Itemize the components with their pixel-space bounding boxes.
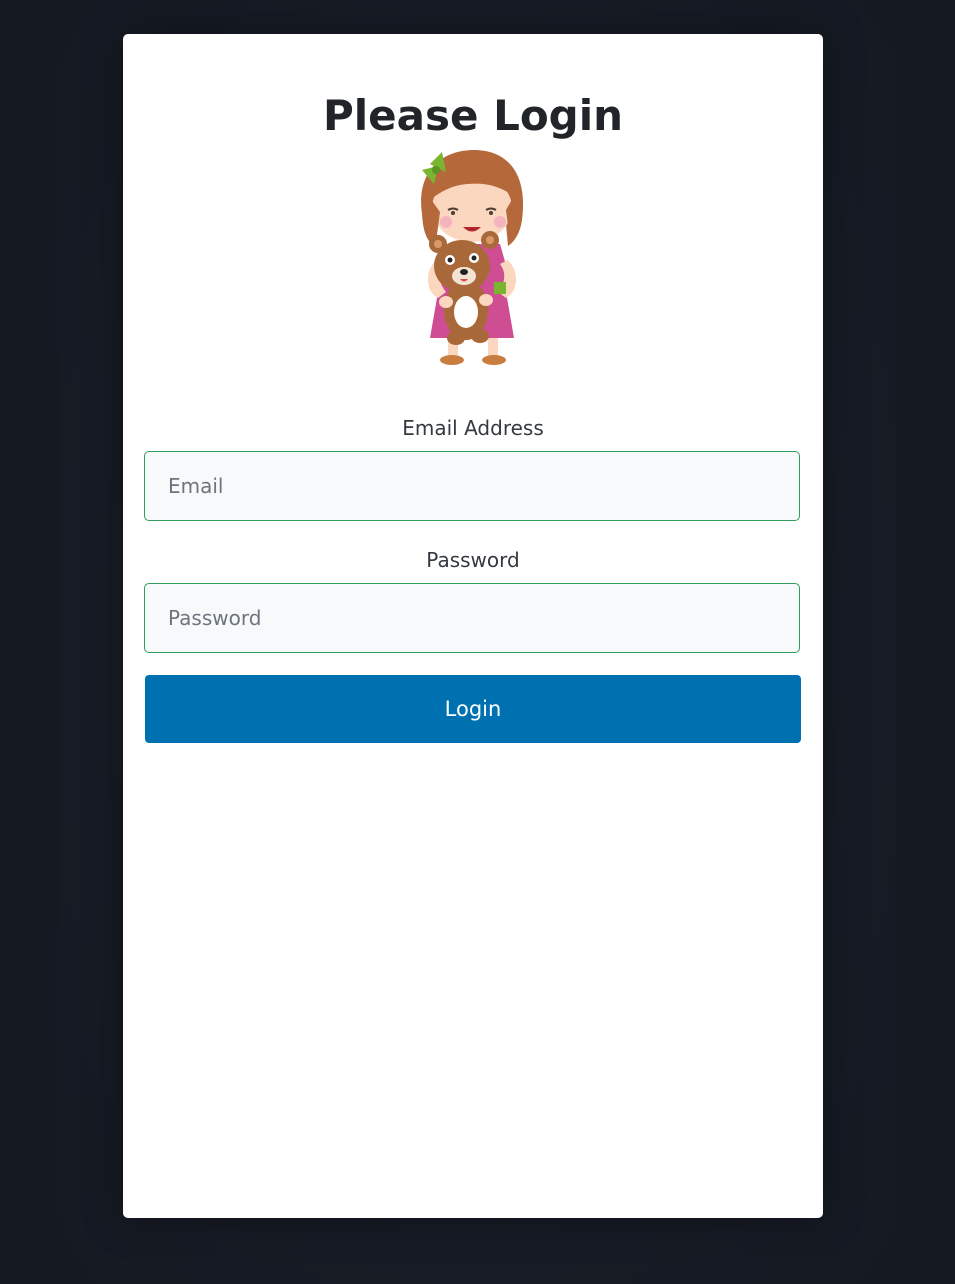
girl-with-teddy-bear-icon xyxy=(421,150,524,365)
email-input[interactable] xyxy=(144,451,800,521)
password-input[interactable] xyxy=(144,583,800,653)
login-card: Please Login Email Address Email Passwor… xyxy=(123,34,823,1218)
email-label: Email Address xyxy=(402,416,544,440)
password-label: Password xyxy=(426,548,520,572)
login-button[interactable]: Login xyxy=(145,675,801,743)
page-title: Please Login xyxy=(322,91,624,140)
